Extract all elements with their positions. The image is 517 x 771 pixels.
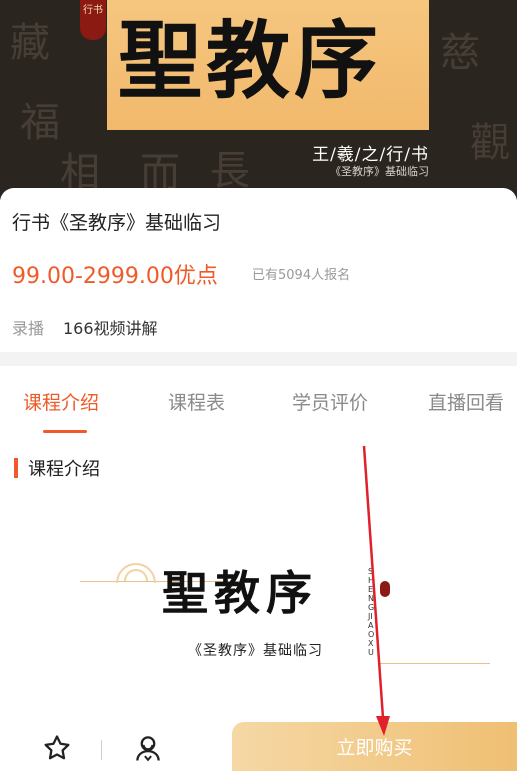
banner-seal: 行书 (80, 0, 106, 40)
intro-subtitle: 《圣教序》基础临习 (188, 643, 323, 659)
tab-schedule[interactable]: 课程表 (168, 388, 225, 415)
course-mode: 录播 (12, 319, 45, 338)
tab-course-intro[interactable]: 课程介绍 (23, 388, 99, 415)
user-service-icon (136, 736, 160, 762)
tab-live-replay[interactable]: 直播回看 (428, 388, 504, 415)
section-heading-text: 课程介绍 (28, 459, 100, 480)
tab-reviews[interactable]: 学员评价 (292, 388, 368, 415)
section-heading: 课程介绍 (14, 456, 100, 480)
course-price: 99.00-2999.00优点 (12, 264, 218, 289)
video-count: 166视频讲解 (63, 319, 158, 338)
course-title: 行书《圣教序》基础临习 (12, 212, 222, 234)
favorite-button[interactable] (41, 732, 73, 764)
enrolled-count: 已有5094人报名 (252, 268, 351, 283)
banner-subtitle: 王/羲/之/行/书 (312, 145, 429, 165)
star-outline-icon (44, 735, 70, 760)
banner-title: 聖教序 (118, 11, 383, 110)
customer-service-button[interactable] (132, 732, 164, 764)
buy-now-button[interactable]: 立即购买 (232, 722, 517, 771)
banner-subtitle-small: 《圣教序》基础临习 (330, 165, 429, 178)
intro-seal (380, 581, 390, 597)
intro-title: 聖教序 (162, 566, 318, 620)
course-info-card: 行书《圣教序》基础临习 99.00-2999.00优点 已有5094人报名 录播… (0, 188, 517, 352)
bottom-divider (101, 740, 102, 760)
bottom-action-bar: 立即购买 (0, 720, 517, 771)
section-divider (0, 352, 517, 366)
intro-vertical-text: SHENG JIAO XU (368, 567, 375, 657)
decorative-line-bottom (380, 663, 490, 664)
section-heading-bar (14, 458, 18, 478)
active-tab-indicator (43, 430, 87, 433)
course-tabs: 课程介绍 课程表 学员评价 直播回看 (0, 366, 517, 436)
course-banner: 藏 福 相 慈 觀 而 長 行书 聖教序 王/羲/之/行/书 《圣教序》基础临习 (0, 0, 517, 200)
course-intro-image: 聖教序 SHENG JIAO XU 《圣教序》基础临习 (80, 555, 500, 670)
